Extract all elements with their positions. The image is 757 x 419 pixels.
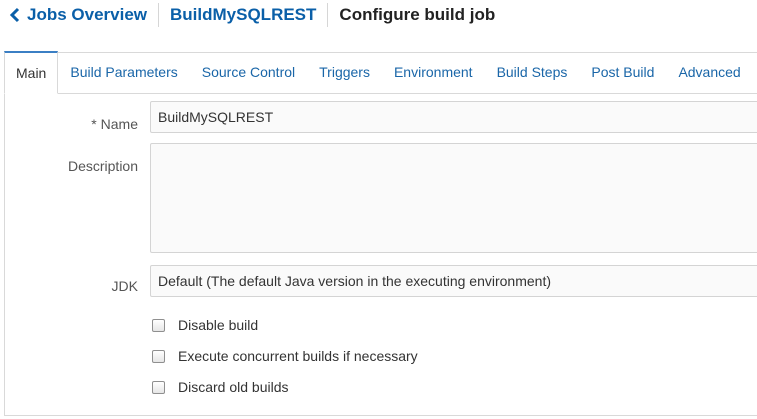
concurrent-builds-label[interactable]: Execute concurrent builds if necessary	[178, 348, 418, 364]
page-title: Configure build job	[339, 5, 496, 24]
discard-old-builds-checkbox[interactable]	[152, 380, 165, 394]
jobs-overview-label: Jobs Overview	[27, 5, 148, 24]
tab-build-steps[interactable]: Build Steps	[485, 51, 580, 93]
tab-triggers[interactable]: Triggers	[307, 51, 382, 93]
name-label-text: Name	[100, 116, 138, 132]
required-marker: *	[91, 116, 97, 132]
jobs-overview-link[interactable]: Jobs Overview	[8, 5, 147, 25]
tab-post-build[interactable]: Post Build	[579, 51, 666, 93]
disable-build-row: Disable build	[150, 317, 258, 333]
breadcrumb-divider	[158, 3, 160, 27]
tab-main[interactable]: Main	[4, 51, 59, 94]
tab-environment[interactable]: Environment	[382, 51, 485, 93]
concurrent-builds-row: Execute concurrent builds if necessary	[150, 348, 418, 364]
jdk-selected-value: Default (The default Java version in the…	[158, 273, 551, 289]
tab-build-parameters[interactable]: Build Parameters	[58, 51, 189, 93]
breadcrumb: Jobs Overview BuildMySQLREST Configure b…	[0, 0, 757, 30]
chevron-left-icon	[9, 7, 20, 23]
discard-old-builds-row: Discard old builds	[150, 379, 289, 395]
tab-source-control[interactable]: Source Control	[190, 51, 307, 93]
description-label: Description	[67, 158, 138, 174]
tab-bar: Main Build Parameters Source Control Tri…	[4, 51, 757, 94]
job-name-link[interactable]: BuildMySQLREST	[170, 5, 316, 25]
description-field[interactable]	[150, 143, 757, 253]
jdk-label: JDK	[111, 278, 138, 294]
disable-build-checkbox[interactable]	[152, 318, 165, 332]
breadcrumb-divider	[327, 3, 329, 27]
discard-old-builds-label[interactable]: Discard old builds	[178, 379, 289, 395]
name-label: * Name	[18, 116, 138, 132]
name-field[interactable]	[150, 101, 757, 133]
concurrent-builds-checkbox[interactable]	[152, 349, 165, 363]
disable-build-label[interactable]: Disable build	[178, 317, 258, 333]
jdk-select[interactable]: Default (The default Java version in the…	[150, 265, 757, 297]
tab-advanced[interactable]: Advanced	[666, 51, 752, 93]
